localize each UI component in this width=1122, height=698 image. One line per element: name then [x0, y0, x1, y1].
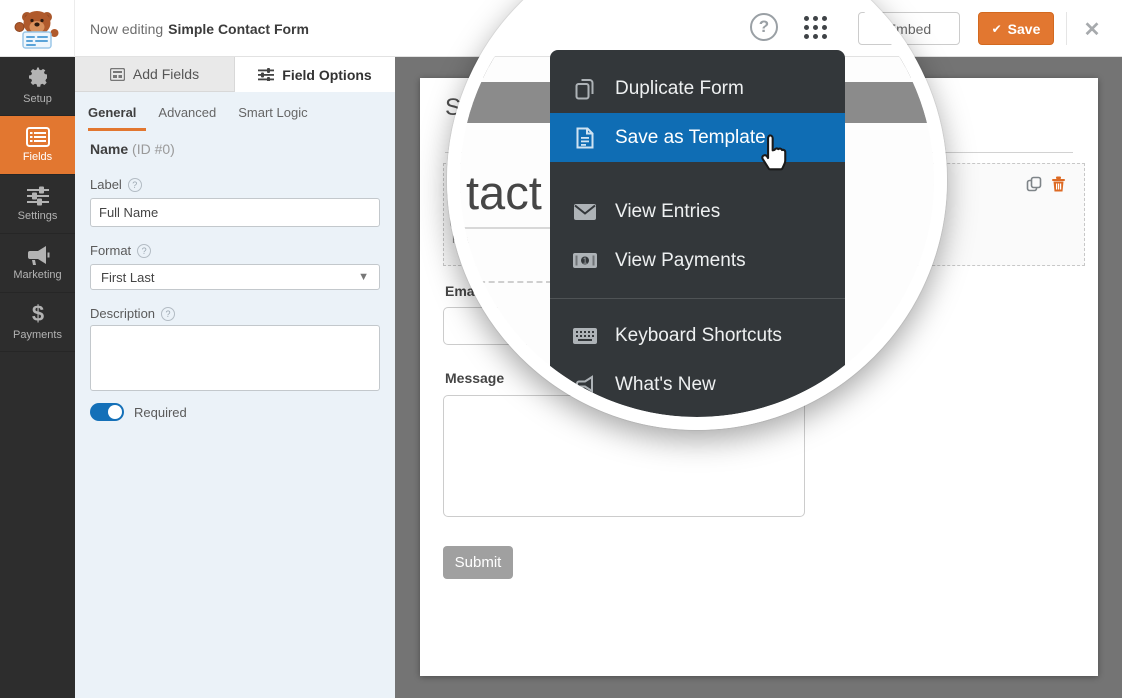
subtab-general[interactable]: General — [88, 105, 136, 120]
wpforms-builder: Simple Contact Form First Email Message … — [0, 0, 1122, 698]
form-actions-menu: Duplicate Form Save as Template View Ent… — [550, 50, 845, 417]
wpforms-logo — [0, 0, 75, 57]
field-type-name: Name — [90, 141, 128, 157]
description-help-icon[interactable]: ? — [161, 307, 175, 321]
duplicate-field-icon[interactable] — [1026, 176, 1042, 197]
sidebar-item-payments[interactable]: $ Payments — [0, 293, 75, 352]
menu-grid-icon[interactable] — [804, 16, 830, 42]
magnified-title-fragment: tact — [466, 165, 542, 220]
option-subtabs: General Advanced Smart Logic — [75, 92, 395, 133]
magnified-dashed-border — [460, 281, 552, 283]
gear-icon — [27, 67, 49, 89]
menu-item-save-as-template[interactable]: Save as Template — [550, 113, 845, 162]
editing-form-name: Simple Contact Form — [168, 21, 309, 37]
megaphone-icon — [26, 245, 50, 265]
whats-new-icon — [572, 375, 598, 395]
dollar-icon: $ — [31, 303, 45, 325]
topbar-separator — [1066, 12, 1067, 45]
duplicate-icon — [572, 78, 598, 100]
label-input[interactable] — [90, 198, 380, 227]
sidebar-item-fields[interactable]: Fields — [0, 116, 75, 175]
menu-item-keyboard-shortcuts[interactable]: Keyboard Shortcuts — [550, 311, 845, 360]
format-select[interactable]: First Last ▼ — [90, 264, 380, 290]
keyboard-icon — [572, 328, 598, 344]
svg-text:$: $ — [31, 303, 43, 325]
field-options-panel: Add Fields Field Options General Advance… — [75, 57, 395, 698]
required-toggle[interactable] — [90, 403, 124, 421]
chevron-down-icon: ▼ — [358, 271, 369, 283]
email-label: Email — [445, 283, 482, 299]
builder-sidebar: Setup Fields Settings Marketing $ Paymen… — [0, 57, 75, 698]
tab-add-fields[interactable]: Add Fields — [75, 57, 235, 92]
sidebar-item-settings[interactable]: Settings — [0, 175, 75, 234]
format-row: Format ? — [90, 243, 151, 258]
add-fields-icon — [110, 68, 125, 81]
menu-item-view-payments[interactable]: 1 View Payments — [550, 236, 845, 285]
menu-divider — [550, 298, 845, 299]
description-row: Description ? — [90, 306, 175, 321]
format-help-icon[interactable]: ? — [137, 244, 151, 258]
field-meta: Name (ID #0) — [90, 141, 175, 157]
menu-item-duplicate-form[interactable]: Duplicate Form — [550, 64, 845, 113]
magnified-title-divider — [460, 227, 556, 229]
field-id: (ID #0) — [132, 141, 175, 157]
help-icon[interactable]: ? — [750, 13, 778, 41]
label-row: Label ? — [90, 177, 142, 192]
save-button[interactable]: ✔ Save — [978, 12, 1054, 45]
save-check-icon: ✔ — [992, 22, 1002, 36]
top-bar: Now editingSimple Contact Form ? Embed ✔… — [0, 0, 1122, 57]
embed-button[interactable]: Embed — [858, 12, 960, 45]
panel-tabs: Add Fields Field Options — [75, 57, 395, 92]
submit-button[interactable]: Submit — [443, 546, 513, 579]
field-options-icon — [258, 68, 274, 81]
trash-field-icon[interactable] — [1051, 176, 1066, 197]
active-subtab-underline — [88, 128, 146, 131]
subtab-smart-logic[interactable]: Smart Logic — [238, 105, 307, 120]
message-label: Message — [445, 370, 504, 386]
tab-field-options[interactable]: Field Options — [235, 57, 395, 92]
sidebar-item-marketing[interactable]: Marketing — [0, 234, 75, 293]
template-icon — [572, 127, 598, 149]
menu-item-view-entries[interactable]: View Entries — [550, 187, 845, 236]
svg-text:1: 1 — [583, 256, 588, 265]
subtab-advanced[interactable]: Advanced — [158, 105, 216, 120]
payments-icon: 1 — [572, 253, 598, 268]
bear-mascot-icon — [14, 7, 60, 51]
close-icon[interactable]: ✕ — [1078, 15, 1106, 43]
form-fields-icon — [26, 127, 50, 147]
sliders-icon — [26, 186, 50, 206]
now-editing-text: Now editingSimple Contact Form — [90, 0, 309, 57]
label-help-icon[interactable]: ? — [128, 178, 142, 192]
description-textarea[interactable] — [90, 325, 380, 391]
required-row: Required — [90, 403, 187, 421]
required-label: Required — [134, 405, 187, 420]
entries-icon — [572, 204, 598, 220]
sidebar-item-setup[interactable]: Setup — [0, 57, 75, 116]
menu-item-whats-new[interactable]: What's New — [550, 360, 845, 409]
